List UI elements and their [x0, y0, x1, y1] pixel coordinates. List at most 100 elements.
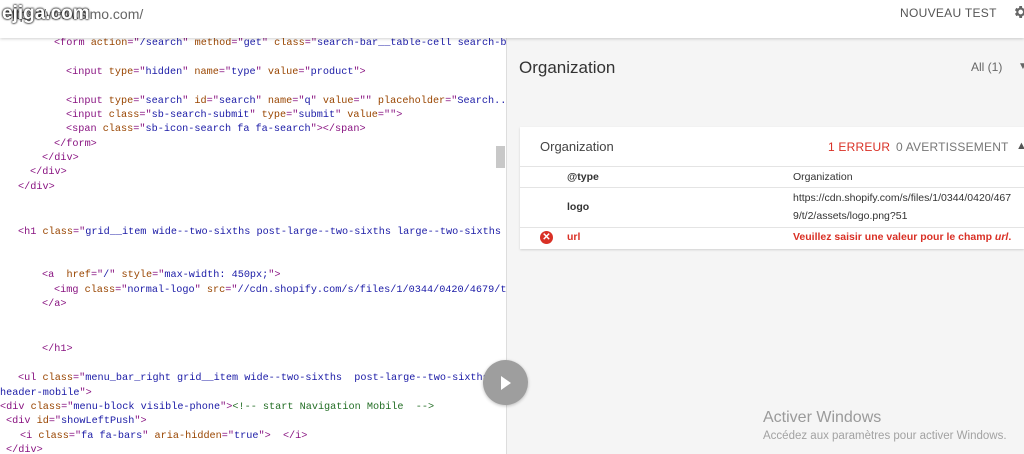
code-token: </a>	[42, 299, 67, 310]
code-token: "> </i>	[258, 431, 308, 442]
code-token: showLeftPush	[61, 416, 135, 427]
property-name: @type	[567, 171, 599, 183]
code-token: action	[90, 38, 128, 49]
row-divider	[520, 166, 1024, 167]
code-token: "	[310, 96, 323, 107]
row-divider	[520, 227, 1024, 228]
windows-activation-title: Activer Windows	[763, 409, 882, 426]
code-token: "	[182, 96, 195, 107]
code-token: "	[109, 270, 122, 281]
row-divider	[520, 187, 1024, 188]
code-line: <a href="/" style="max-width: 450px;">	[42, 270, 281, 282]
code-token: <h1	[18, 227, 43, 238]
code-line: <span class="sb-icon-search fa fa-search…	[66, 124, 366, 136]
code-line: </div>	[18, 182, 55, 194]
windows-activation-subtitle: Accédez aux paramètres pour activer Wind…	[763, 430, 1007, 442]
code-token: <span	[66, 124, 103, 135]
code-token: <i	[20, 431, 39, 442]
play-button[interactable]	[483, 360, 528, 405]
code-token: max-width: 450px;	[164, 270, 269, 281]
new-test-button[interactable]: NOUVEAU TEST	[900, 6, 997, 20]
code-token: <a	[42, 270, 67, 281]
error-icon: ✕	[540, 231, 553, 244]
code-token: </div>	[6, 445, 43, 454]
code-token: type	[261, 110, 287, 121]
property-value: Organization	[793, 171, 853, 183]
chevron-down-icon[interactable]: ▼	[1018, 61, 1024, 72]
card-title[interactable]: Organization	[540, 139, 614, 154]
code-token: ">	[268, 270, 281, 281]
code-token: "	[335, 110, 348, 121]
code-line: header-mobile">	[0, 388, 92, 400]
code-token: grid__item wide--two-sixths post-large--…	[85, 227, 506, 238]
code-token: </div>	[18, 182, 55, 193]
code-token: search	[145, 96, 183, 107]
code-line: <h1 class="grid__item wide--two-sixths p…	[18, 227, 506, 239]
code-token: hidden	[145, 67, 183, 78]
code-token: sb-icon-search fa fa-search	[145, 124, 311, 135]
code-token: ">	[220, 402, 233, 413]
code-token: <input	[66, 96, 109, 107]
code-token: ="	[73, 227, 86, 238]
code-token: type	[108, 67, 134, 78]
property-value: https://cdn.shopify.com/s/files/1/0344/0…	[793, 192, 1012, 204]
code-token: </form>	[54, 139, 97, 150]
code-line: <ul class="menu_bar_right grid__item wid…	[18, 373, 506, 385]
code-line: <i class="fa fa-bars" aria-hidden="true"…	[20, 431, 307, 443]
code-token: sb-search-submit	[151, 110, 250, 121]
collapse-icon[interactable]: ▲	[1016, 140, 1024, 152]
error-count: 1 ERREUR	[828, 140, 891, 154]
code-token: ="	[152, 270, 165, 281]
code-token: ">	[134, 416, 147, 427]
code-token: <input	[66, 67, 109, 78]
code-token: ">	[79, 388, 92, 399]
code-token: ="	[139, 110, 152, 121]
code-line: </form>	[54, 139, 97, 151]
code-token: ="	[115, 285, 128, 296]
code-token: ="	[133, 96, 146, 107]
code-line: </a>	[42, 299, 66, 311]
code-token: <ul	[18, 373, 43, 384]
code-line: </h1>	[42, 344, 73, 356]
code-token: id	[194, 96, 207, 107]
code-token: <div	[6, 416, 37, 427]
code-scrollbar[interactable]	[496, 146, 505, 168]
code-token: ="	[292, 96, 305, 107]
code-token: <!-- start Navigation Mobile -->	[232, 402, 435, 413]
results-heading: Organization	[519, 58, 616, 77]
code-token: type	[231, 67, 256, 78]
code-token: "	[182, 67, 195, 78]
error-message: Veuillez saisir une valeur pour le champ…	[793, 231, 1012, 243]
source-code-panel[interactable]: <form action="/search" method="get" clas…	[0, 38, 506, 454]
code-token: search-bar__table-cell search-bar_	[316, 38, 506, 49]
code-token: method	[194, 38, 232, 49]
code-token: //cdn.shopify.com/s/files/1/0344/0420/46…	[237, 285, 506, 296]
code-token: class	[42, 227, 74, 238]
code-token: ="	[445, 96, 458, 107]
code-token: ="	[298, 67, 311, 78]
code-token: ="	[221, 431, 235, 442]
code-token: class	[102, 124, 134, 135]
code-token: src	[206, 285, 226, 296]
code-token: search	[218, 96, 256, 107]
code-token: name	[194, 67, 219, 78]
code-token: menu_bar_right grid__item wide--two-sixt…	[85, 373, 506, 384]
code-token: header-mobile	[0, 388, 80, 399]
code-line: </div>	[30, 167, 67, 179]
code-token: ="	[286, 110, 299, 121]
code-token: ="	[133, 124, 146, 135]
code-line: <input class="sb-search-submit" type="su…	[66, 110, 402, 122]
filter-dropdown[interactable]: All (1)	[971, 60, 1002, 74]
code-token: value	[322, 96, 354, 107]
code-token: ="	[68, 431, 82, 442]
error-property-name: url	[567, 231, 581, 243]
code-token: product	[310, 67, 354, 78]
property-name: logo	[567, 201, 590, 213]
code-token: aria-hidden	[154, 431, 222, 442]
code-line: <div id="showLeftPush">	[6, 416, 147, 428]
code-token: class	[38, 431, 69, 442]
gear-icon[interactable]	[1012, 4, 1024, 20]
code-token: get	[243, 38, 262, 49]
code-token: class	[30, 402, 62, 413]
code-token: <input	[66, 110, 109, 121]
